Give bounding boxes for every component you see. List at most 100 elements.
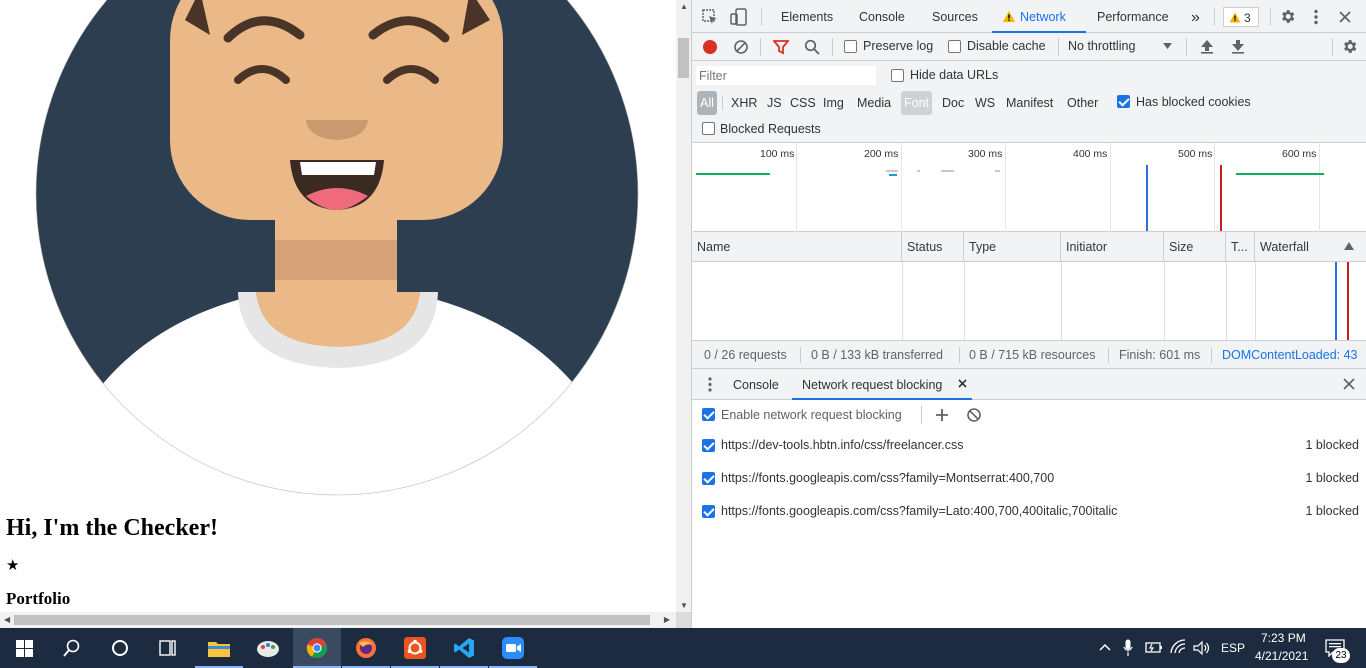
- scroll-left-arrow-icon[interactable]: ◀: [4, 615, 10, 624]
- tab-console[interactable]: Console: [859, 0, 905, 33]
- blocked-requests-checkbox[interactable]: [702, 122, 715, 135]
- battery-icon[interactable]: [1145, 640, 1163, 656]
- tab-elements[interactable]: Elements: [781, 0, 833, 33]
- filter-type-all[interactable]: All: [697, 91, 717, 115]
- taskbar-app-file-explorer[interactable]: [195, 628, 243, 668]
- blocked-pattern-row[interactable]: https://fonts.googleapis.com/css?family=…: [692, 463, 1366, 496]
- drawer-menu-icon[interactable]: [708, 377, 712, 392]
- page-horizontal-scrollbar[interactable]: ◀ ▶: [0, 612, 676, 628]
- column-size[interactable]: Size: [1164, 232, 1226, 262]
- network-settings-gear-icon[interactable]: [1341, 38, 1358, 55]
- close-devtools-icon[interactable]: [1339, 11, 1351, 23]
- drawer-tab-network-request-blocking[interactable]: Network request blocking: [792, 369, 972, 400]
- close-tab-icon[interactable]: [958, 379, 967, 388]
- tab-network[interactable]: Network: [992, 0, 1086, 33]
- record-stop-icon[interactable]: [702, 39, 718, 55]
- column-status[interactable]: Status: [902, 232, 964, 262]
- avatar-image: [35, 0, 639, 496]
- kebab-menu-icon[interactable]: [1312, 9, 1320, 25]
- pattern-url: https://fonts.googleapis.com/css?family=…: [721, 504, 1118, 518]
- task-view-icon: [159, 640, 176, 656]
- column-type[interactable]: Type: [964, 232, 1061, 262]
- preserve-log-label: Preserve log: [863, 39, 934, 53]
- inspect-element-icon[interactable]: [702, 9, 718, 25]
- scrollbar-thumb[interactable]: [678, 38, 689, 78]
- scrollbar-thumb[interactable]: [14, 615, 650, 625]
- filter-type-other[interactable]: Other: [1064, 91, 1101, 115]
- clock-date[interactable]: 4/21/2021: [1255, 649, 1308, 663]
- blocked-pattern-row[interactable]: https://dev-tools.hbtn.info/css/freelanc…: [692, 430, 1366, 463]
- filter-type-doc[interactable]: Doc: [939, 91, 967, 115]
- drawer-tabbar: Console Network request blocking: [692, 369, 1366, 400]
- add-pattern-icon[interactable]: [935, 408, 949, 422]
- tab-performance[interactable]: Performance: [1097, 0, 1169, 33]
- remove-all-patterns-icon[interactable]: [966, 407, 982, 423]
- page-viewport: Hi, I'm the Checker! ★ Portfolio: [0, 0, 676, 628]
- scroll-up-arrow-icon[interactable]: ▲: [680, 2, 688, 11]
- filter-input[interactable]: [696, 66, 876, 85]
- filter-type-img[interactable]: Img: [820, 91, 847, 115]
- filter-type-media[interactable]: Media: [854, 91, 894, 115]
- taskbar-app-chrome[interactable]: [293, 628, 341, 668]
- input-language[interactable]: ESP: [1221, 641, 1245, 655]
- portfolio-heading: Portfolio: [6, 589, 71, 608]
- settings-gear-icon[interactable]: [1279, 8, 1296, 25]
- column-name[interactable]: Name: [692, 232, 902, 262]
- has-blocked-cookies-checkbox[interactable]: [1117, 95, 1130, 108]
- disable-cache-checkbox[interactable]: [948, 40, 961, 53]
- export-har-icon[interactable]: [1231, 39, 1245, 54]
- pattern-checkbox[interactable]: [702, 439, 715, 452]
- wifi-icon[interactable]: [1170, 639, 1188, 655]
- import-har-icon[interactable]: [1200, 39, 1214, 54]
- enable-blocking-checkbox[interactable]: [702, 408, 715, 421]
- warning-icon: [1229, 12, 1241, 23]
- column-time[interactable]: T...: [1226, 232, 1255, 262]
- filter-type-ws[interactable]: WS: [972, 91, 998, 115]
- filter-funnel-icon[interactable]: [773, 40, 789, 55]
- network-overview-timeline[interactable]: 100 ms 200 ms 300 ms 400 ms 500 ms 600 m…: [693, 143, 1366, 232]
- scroll-right-arrow-icon[interactable]: ▶: [664, 615, 670, 624]
- vscode-icon: [454, 638, 474, 658]
- blocked-pattern-row[interactable]: https://fonts.googleapis.com/css?family=…: [692, 496, 1366, 529]
- show-hidden-icons-chevron-icon[interactable]: [1099, 643, 1111, 651]
- search-icon[interactable]: [804, 39, 820, 55]
- taskbar-app-firefox[interactable]: [342, 628, 390, 668]
- taskbar-app-zoom[interactable]: [489, 628, 537, 668]
- column-waterfall[interactable]: Waterfall: [1255, 232, 1366, 262]
- microphone-icon[interactable]: [1123, 639, 1133, 657]
- pattern-checkbox[interactable]: [702, 472, 715, 485]
- timeline-tick: 300 ms: [968, 148, 1003, 160]
- filter-type-manifest[interactable]: Manifest: [1003, 91, 1056, 115]
- warnings-badge[interactable]: 3: [1223, 7, 1259, 27]
- filter-type-js[interactable]: JS: [764, 91, 785, 115]
- windows-taskbar: ESP 7:23 PM 4/21/2021 23: [0, 628, 1366, 668]
- filter-type-xhr[interactable]: XHR: [728, 91, 760, 115]
- drawer-tab-console[interactable]: Console: [733, 369, 779, 400]
- search-icon: [63, 639, 80, 657]
- clear-icon[interactable]: [733, 39, 749, 55]
- device-toolbar-icon[interactable]: [730, 8, 748, 26]
- taskbar-app-vscode[interactable]: [440, 628, 488, 668]
- close-drawer-icon[interactable]: [1343, 378, 1355, 390]
- task-view-button[interactable]: [144, 628, 192, 668]
- page-vertical-scrollbar[interactable]: ▲ ▼: [676, 0, 691, 612]
- hide-data-urls-checkbox[interactable]: [891, 69, 904, 82]
- taskbar-app-ubuntu[interactable]: [391, 628, 439, 668]
- cortana-button[interactable]: [96, 628, 144, 668]
- volume-icon[interactable]: [1193, 640, 1211, 656]
- more-tabs-icon[interactable]: »: [1191, 0, 1200, 33]
- scroll-down-arrow-icon[interactable]: ▼: [680, 601, 688, 610]
- filter-type-font[interactable]: Font: [901, 91, 933, 115]
- column-initiator[interactable]: Initiator: [1061, 232, 1164, 262]
- tab-sources[interactable]: Sources: [932, 0, 978, 33]
- filter-type-css[interactable]: CSS: [787, 91, 819, 115]
- search-button[interactable]: [48, 628, 96, 668]
- taskbar-app-paint[interactable]: [244, 628, 292, 668]
- pattern-checkbox[interactable]: [702, 505, 715, 518]
- preserve-log-checkbox[interactable]: [844, 40, 857, 53]
- clock-time[interactable]: 7:23 PM: [1261, 631, 1306, 645]
- timeline-tick: 200 ms: [864, 148, 899, 160]
- throttling-select[interactable]: No throttling: [1068, 33, 1176, 61]
- windows-logo-icon: [16, 640, 33, 657]
- start-button[interactable]: [0, 628, 48, 668]
